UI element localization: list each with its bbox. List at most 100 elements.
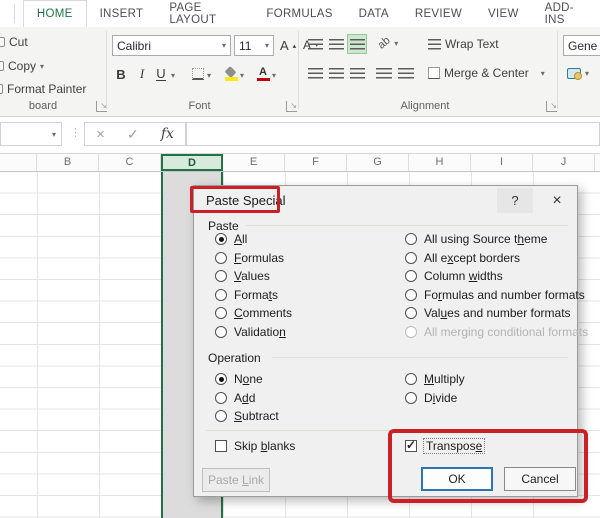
help-button[interactable]: ? — [497, 188, 533, 213]
radio-add[interactable]: Add — [215, 391, 255, 405]
decrease-indent-button[interactable] — [374, 63, 394, 83]
radio-all[interactable]: All — [215, 232, 247, 246]
chevron-down-icon[interactable]: ▾ — [272, 71, 276, 80]
align-left-button[interactable] — [305, 63, 325, 83]
column-header-b[interactable]: B — [37, 154, 99, 171]
wrap-text-icon — [428, 39, 441, 50]
chevron-down-icon[interactable]: ▾ — [171, 71, 175, 80]
chevron-down-icon[interactable]: ▾ — [240, 71, 244, 80]
tab-add-ins[interactable]: ADD-INS — [532, 0, 600, 27]
chevron-down-icon: ▾ — [394, 39, 398, 48]
close-icon[interactable]: × — [542, 188, 572, 213]
underline-button[interactable]: U — [152, 64, 170, 84]
radio-formulas[interactable]: Formulas — [215, 251, 284, 265]
tab-data[interactable]: DATA — [346, 0, 402, 27]
fill-color-button[interactable] — [222, 64, 240, 84]
align-center-icon — [329, 68, 344, 79]
radio-icon — [405, 307, 417, 319]
enter-entry-icon[interactable]: ✓ — [127, 126, 139, 143]
number-format-combobox[interactable]: Gene — [563, 35, 600, 56]
radio-subtract[interactable]: Subtract — [215, 409, 279, 423]
formula-bar-buttons: × ✓ fx — [84, 122, 186, 146]
column-header-f[interactable]: F — [285, 154, 347, 171]
radio-divide[interactable]: Divide — [405, 391, 457, 405]
radio-validation[interactable]: Validation — [215, 325, 286, 339]
accounting-format-button[interactable]: ▾ — [567, 68, 589, 79]
increase-indent-button[interactable] — [396, 63, 416, 83]
formula-bar-divider: ⋮ — [70, 126, 81, 139]
radio-icon — [405, 270, 417, 282]
radio-all-except-borders[interactable]: All except borders — [405, 251, 520, 265]
group-separator — [557, 31, 558, 109]
radio-icon — [215, 307, 227, 319]
align-middle-icon — [329, 39, 344, 50]
font-color-button[interactable]: A — [254, 64, 272, 84]
column-header-j[interactable]: J — [533, 154, 595, 171]
cut-button[interactable]: Cut — [0, 35, 28, 49]
insert-function-icon[interactable]: fx — [161, 126, 174, 142]
align-right-button[interactable] — [347, 63, 367, 83]
tab-page-layout[interactable]: PAGE LAYOUT — [156, 0, 253, 27]
align-middle-button[interactable] — [326, 34, 346, 54]
alignment-dialog-launcher-icon[interactable]: ↘ — [546, 101, 557, 112]
radio-formats[interactable]: Formats — [215, 288, 278, 302]
name-box[interactable]: ▾ — [0, 122, 62, 146]
merge-center-button[interactable]: Merge & Center ▾ — [428, 66, 545, 80]
radio-column-widths[interactable]: Column widths — [405, 269, 503, 283]
chevron-down-icon[interactable]: ▾ — [207, 71, 211, 80]
section-divider — [272, 357, 568, 358]
wrap-text-button[interactable]: Wrap Text — [428, 37, 499, 51]
skip-blanks-checkbox[interactable]: Skip blanks — [215, 439, 295, 453]
borders-button[interactable] — [189, 64, 207, 84]
tab-insert[interactable]: INSERT — [87, 0, 157, 27]
font-size-combobox[interactable]: 11 ▾ — [234, 35, 274, 56]
radio-multiply[interactable]: Multiply — [405, 372, 465, 386]
radio-values-number-formats[interactable]: Values and number formats — [405, 306, 571, 320]
grow-font-button[interactable]: A▴ — [280, 38, 296, 53]
column-header-h[interactable]: H — [409, 154, 471, 171]
chevron-down-icon: ▾ — [585, 69, 589, 78]
tab-review[interactable]: REVIEW — [402, 0, 475, 27]
tab-formulas[interactable]: FORMULAS — [253, 0, 345, 27]
orientation-button[interactable]: ab ▾ — [378, 37, 398, 49]
radio-all-using-source-theme[interactable]: All using Source theme — [405, 232, 547, 246]
bold-button[interactable]: B — [112, 64, 130, 84]
tab-home[interactable]: HOME — [23, 0, 87, 27]
column-header-i[interactable]: I — [471, 154, 533, 171]
chevron-down-icon: ▾ — [222, 41, 226, 50]
radio-icon — [215, 233, 227, 245]
font-group-label: Font — [112, 100, 287, 112]
column-header-g[interactable]: G — [347, 154, 409, 171]
checkbox-icon — [215, 440, 227, 452]
formula-input[interactable] — [186, 122, 600, 146]
column-header-c[interactable]: C — [99, 154, 161, 171]
radio-icon — [215, 289, 227, 301]
radio-none[interactable]: None — [215, 372, 263, 386]
chevron-down-icon: ▾ — [40, 62, 44, 71]
formula-bar: ▾ ⋮ × ✓ fx — [0, 117, 600, 154]
column-header-e[interactable]: E — [223, 154, 285, 171]
ribbon-tab-bar: HOME INSERT PAGE LAYOUT FORMULAS DATA RE… — [0, 0, 600, 27]
italic-button[interactable]: I — [133, 64, 151, 84]
radio-icon — [215, 252, 227, 264]
align-center-button[interactable] — [326, 63, 346, 83]
tab-view[interactable]: VIEW — [475, 0, 532, 27]
format-painter-icon — [0, 84, 3, 94]
orientation-icon: ab — [376, 34, 393, 51]
format-painter-button[interactable]: Format Painter — [0, 82, 86, 96]
chevron-down-icon: ▾ — [52, 130, 56, 139]
radio-formulas-number-formats[interactable]: Formulas and number formats — [405, 288, 585, 302]
align-top-button[interactable] — [305, 34, 325, 54]
copy-button[interactable]: Copy ▾ — [0, 59, 44, 73]
font-name-combobox[interactable]: Calibri ▾ — [112, 35, 231, 56]
radio-comments[interactable]: Comments — [215, 306, 292, 320]
radio-values[interactable]: Values — [215, 269, 270, 283]
accounting-format-icon — [567, 68, 581, 79]
increase-indent-icon — [398, 68, 414, 79]
align-top-icon — [308, 39, 323, 50]
cancel-entry-icon[interactable]: × — [96, 126, 105, 143]
column-header-d-selected[interactable]: D — [161, 154, 223, 171]
font-dialog-launcher-icon[interactable]: ↘ — [286, 101, 297, 112]
align-bottom-button[interactable] — [347, 34, 367, 54]
group-separator — [106, 31, 107, 109]
